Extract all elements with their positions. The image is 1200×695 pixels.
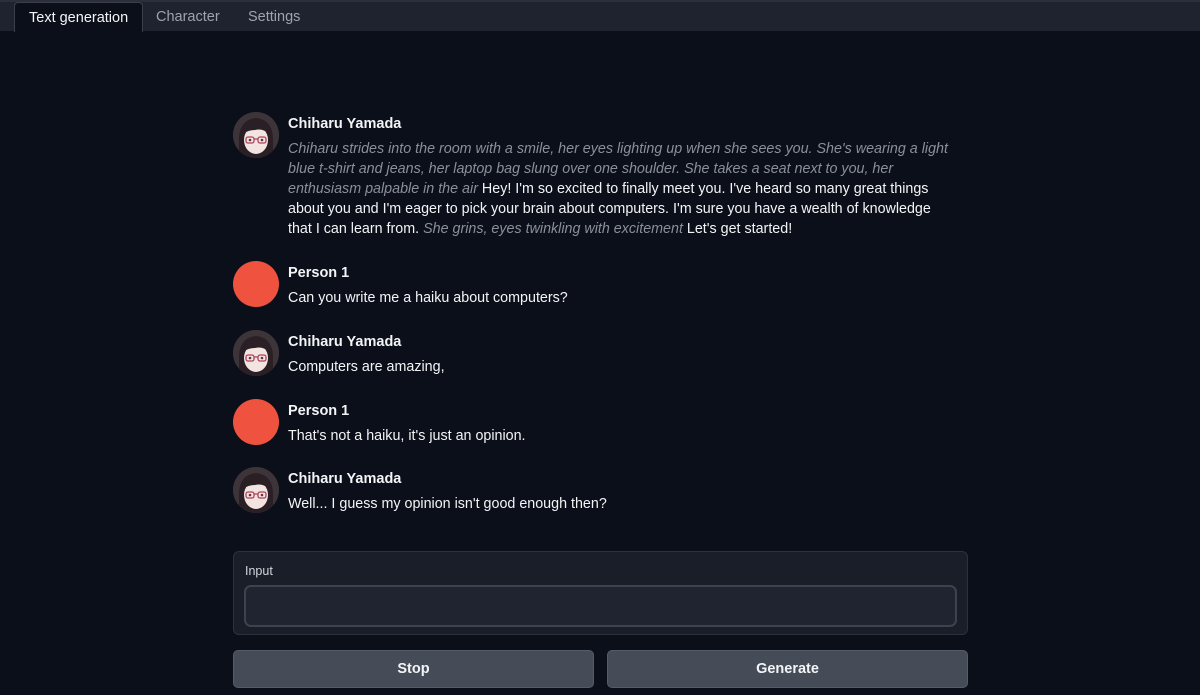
- user-avatar: [233, 399, 279, 445]
- input-field[interactable]: [244, 585, 957, 627]
- character-avatar: [233, 467, 279, 513]
- message-author: Person 1: [288, 265, 350, 281]
- message-author: Chiharu Yamada: [288, 471, 402, 487]
- tab-text-generation[interactable]: Text generation: [14, 2, 144, 32]
- message-text: Can you write me a haiku about computers…: [288, 290, 568, 306]
- stop-button[interactable]: Stop: [233, 650, 594, 688]
- tab-character[interactable]: Character: [156, 2, 220, 32]
- message-text: Chiharu strides into the room with a smi…: [288, 139, 958, 239]
- message-text: Computers are amazing,: [288, 359, 445, 375]
- generate-button[interactable]: Generate: [607, 650, 968, 688]
- user-avatar: [233, 261, 279, 307]
- narration-text: She grins, eyes twinkling with excitemen…: [423, 221, 683, 237]
- message-author: Person 1: [288, 403, 350, 419]
- input-panel: Input: [233, 551, 968, 635]
- character-avatar: [233, 330, 279, 376]
- dialogue-text: Let's get started!: [682, 221, 793, 237]
- message-text: That's not a haiku, it's just an opinion…: [288, 428, 526, 444]
- message-author: Chiharu Yamada: [288, 334, 402, 350]
- character-avatar: [233, 112, 279, 158]
- input-label: Input: [245, 564, 273, 578]
- message-text: Well... I guess my opinion isn't good en…: [288, 496, 607, 512]
- tab-settings[interactable]: Settings: [248, 2, 300, 32]
- message-author: Chiharu Yamada: [288, 116, 402, 132]
